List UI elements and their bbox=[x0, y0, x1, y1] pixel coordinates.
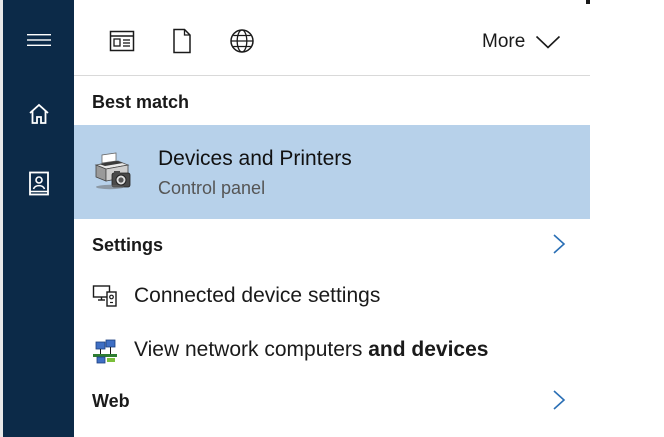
view-network-computers-result[interactable]: View network computers and devices bbox=[74, 326, 590, 374]
nav-rail bbox=[0, 0, 74, 437]
chevron-right-icon bbox=[553, 234, 566, 254]
panel-corner-mark bbox=[586, 0, 590, 4]
network-computers-icon bbox=[93, 339, 117, 364]
chevron-right-icon bbox=[553, 390, 566, 410]
best-match-result[interactable]: Devices and Printers Control panel bbox=[74, 125, 590, 219]
view-network-computers-label: View network computers and devices bbox=[134, 337, 488, 363]
home-button[interactable] bbox=[3, 90, 74, 138]
web-heading: Web bbox=[92, 391, 130, 411]
connected-devices-icon bbox=[92, 285, 117, 307]
notebook-button[interactable] bbox=[3, 160, 74, 208]
filter-bar: More bbox=[74, 0, 590, 76]
home-icon bbox=[28, 103, 49, 124]
notebook-icon bbox=[28, 171, 49, 196]
best-match-title: Devices and Printers bbox=[158, 147, 352, 170]
documents-filter-button[interactable] bbox=[165, 24, 199, 58]
hamburger-menu-button[interactable] bbox=[3, 16, 74, 64]
hamburger-menu-icon bbox=[26, 34, 51, 46]
apps-filter-button[interactable] bbox=[105, 24, 139, 58]
best-match-heading: Best match bbox=[92, 92, 190, 112]
chevron-down-icon bbox=[536, 35, 561, 49]
best-match-subtitle: Control panel bbox=[158, 178, 266, 198]
search-panel: More Best match Devices and Printers Con… bbox=[74, 0, 590, 437]
apps-icon bbox=[109, 30, 135, 52]
settings-heading: Settings bbox=[92, 235, 164, 255]
connected-device-settings-label: Connected device settings bbox=[134, 284, 381, 307]
settings-section-row[interactable]: Settings bbox=[74, 223, 590, 267]
more-label: More bbox=[482, 31, 526, 52]
documents-icon bbox=[173, 28, 191, 54]
web-icon bbox=[230, 29, 254, 53]
devices-and-printers-icon bbox=[94, 152, 131, 190]
connected-device-settings-result[interactable]: Connected device settings bbox=[74, 272, 590, 320]
network-label-plain: View network computers bbox=[134, 338, 369, 361]
more-filters-button[interactable]: More bbox=[482, 28, 561, 56]
rail-edge bbox=[0, 0, 3, 437]
network-label-bold: and devices bbox=[368, 338, 489, 361]
desktop-background bbox=[590, 0, 664, 437]
web-filter-button[interactable] bbox=[225, 24, 259, 58]
web-section-row[interactable]: Web bbox=[74, 379, 590, 423]
